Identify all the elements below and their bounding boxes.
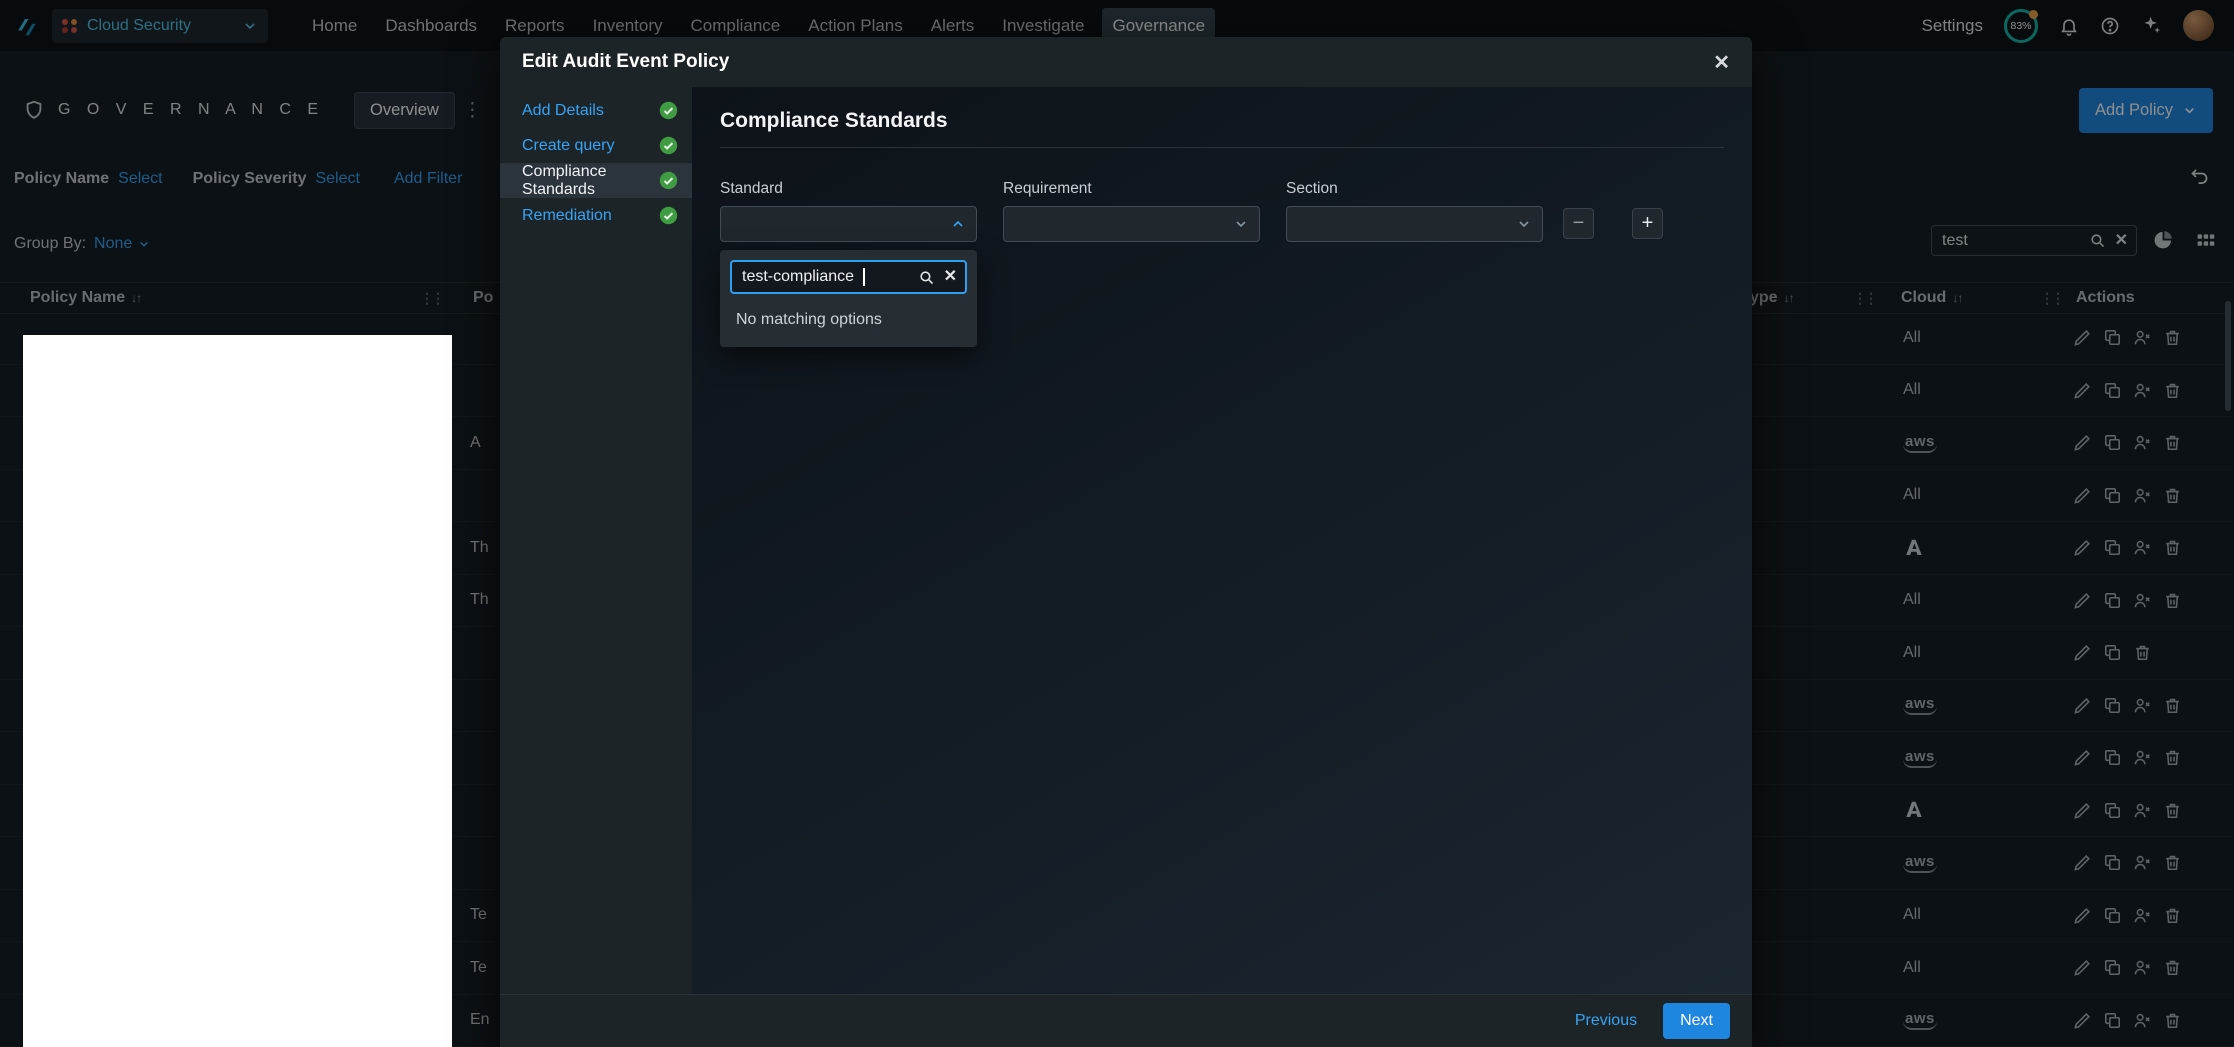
standard-label: Standard xyxy=(720,180,977,198)
step-create-query[interactable]: Create query xyxy=(500,128,692,163)
redacted-area xyxy=(23,335,452,1047)
step-label: Add Details xyxy=(522,102,604,120)
app-screen: Cloud Security HomeDashboardsReportsInve… xyxy=(0,0,2234,1047)
modal-content: Compliance Standards Standard test-compl… xyxy=(692,87,1752,994)
search-icon[interactable] xyxy=(918,269,935,286)
section-label: Section xyxy=(1286,180,1543,198)
chevron-down-icon xyxy=(1233,216,1249,232)
dropdown-search-input[interactable]: test-compliance ✕ xyxy=(730,260,967,294)
check-circle-icon xyxy=(659,136,678,155)
section-select[interactable] xyxy=(1286,206,1543,242)
step-remediation[interactable]: Remediation xyxy=(500,198,692,233)
step-label: Compliance Standards xyxy=(522,163,659,199)
section-heading: Compliance Standards xyxy=(720,109,1724,133)
clear-search-icon[interactable]: ✕ xyxy=(944,269,957,285)
text-caret xyxy=(863,268,865,286)
modal-footer: Previous Next xyxy=(500,994,1752,1047)
modal-header: Edit Audit Event Policy ✕ xyxy=(500,37,1752,87)
check-circle-icon xyxy=(659,101,678,120)
section-field: Section xyxy=(1286,180,1543,242)
check-circle-icon xyxy=(659,206,678,225)
requirement-label: Requirement xyxy=(1003,180,1260,198)
no-options-message: No matching options xyxy=(730,294,967,337)
standard-select[interactable] xyxy=(720,206,977,242)
edit-audit-event-policy-modal: Edit Audit Event Policy ✕ Add Details Cre… xyxy=(500,37,1752,1047)
step-compliance-standards[interactable]: Compliance Standards xyxy=(500,163,692,198)
step-label: Remediation xyxy=(522,207,612,225)
add-standard-button[interactable]: + xyxy=(1632,208,1663,239)
step-add-details[interactable]: Add Details xyxy=(500,93,692,128)
remove-standard-button[interactable]: − xyxy=(1563,208,1594,239)
compliance-fields-row: Standard test-compliance xyxy=(720,180,1724,242)
divider xyxy=(720,147,1724,148)
standard-dropdown-panel: test-compliance ✕ No matching options xyxy=(720,250,977,347)
check-circle-icon xyxy=(659,171,678,190)
wizard-steps: Add Details Create query Compliance Standa… xyxy=(500,87,692,994)
modal-title: Edit Audit Event Policy xyxy=(522,51,729,73)
modal-body: Add Details Create query Compliance Standa… xyxy=(500,87,1752,994)
chevron-up-icon xyxy=(950,216,966,232)
standard-field: Standard test-compliance xyxy=(720,180,977,242)
chevron-down-icon xyxy=(1516,216,1532,232)
previous-button[interactable]: Previous xyxy=(1565,1004,1647,1038)
close-icon[interactable]: ✕ xyxy=(1713,50,1730,75)
requirement-select[interactable] xyxy=(1003,206,1260,242)
requirement-field: Requirement xyxy=(1003,180,1260,242)
next-button[interactable]: Next xyxy=(1663,1003,1730,1039)
step-label: Create query xyxy=(522,137,615,155)
dropdown-search-value: test-compliance xyxy=(742,268,854,286)
